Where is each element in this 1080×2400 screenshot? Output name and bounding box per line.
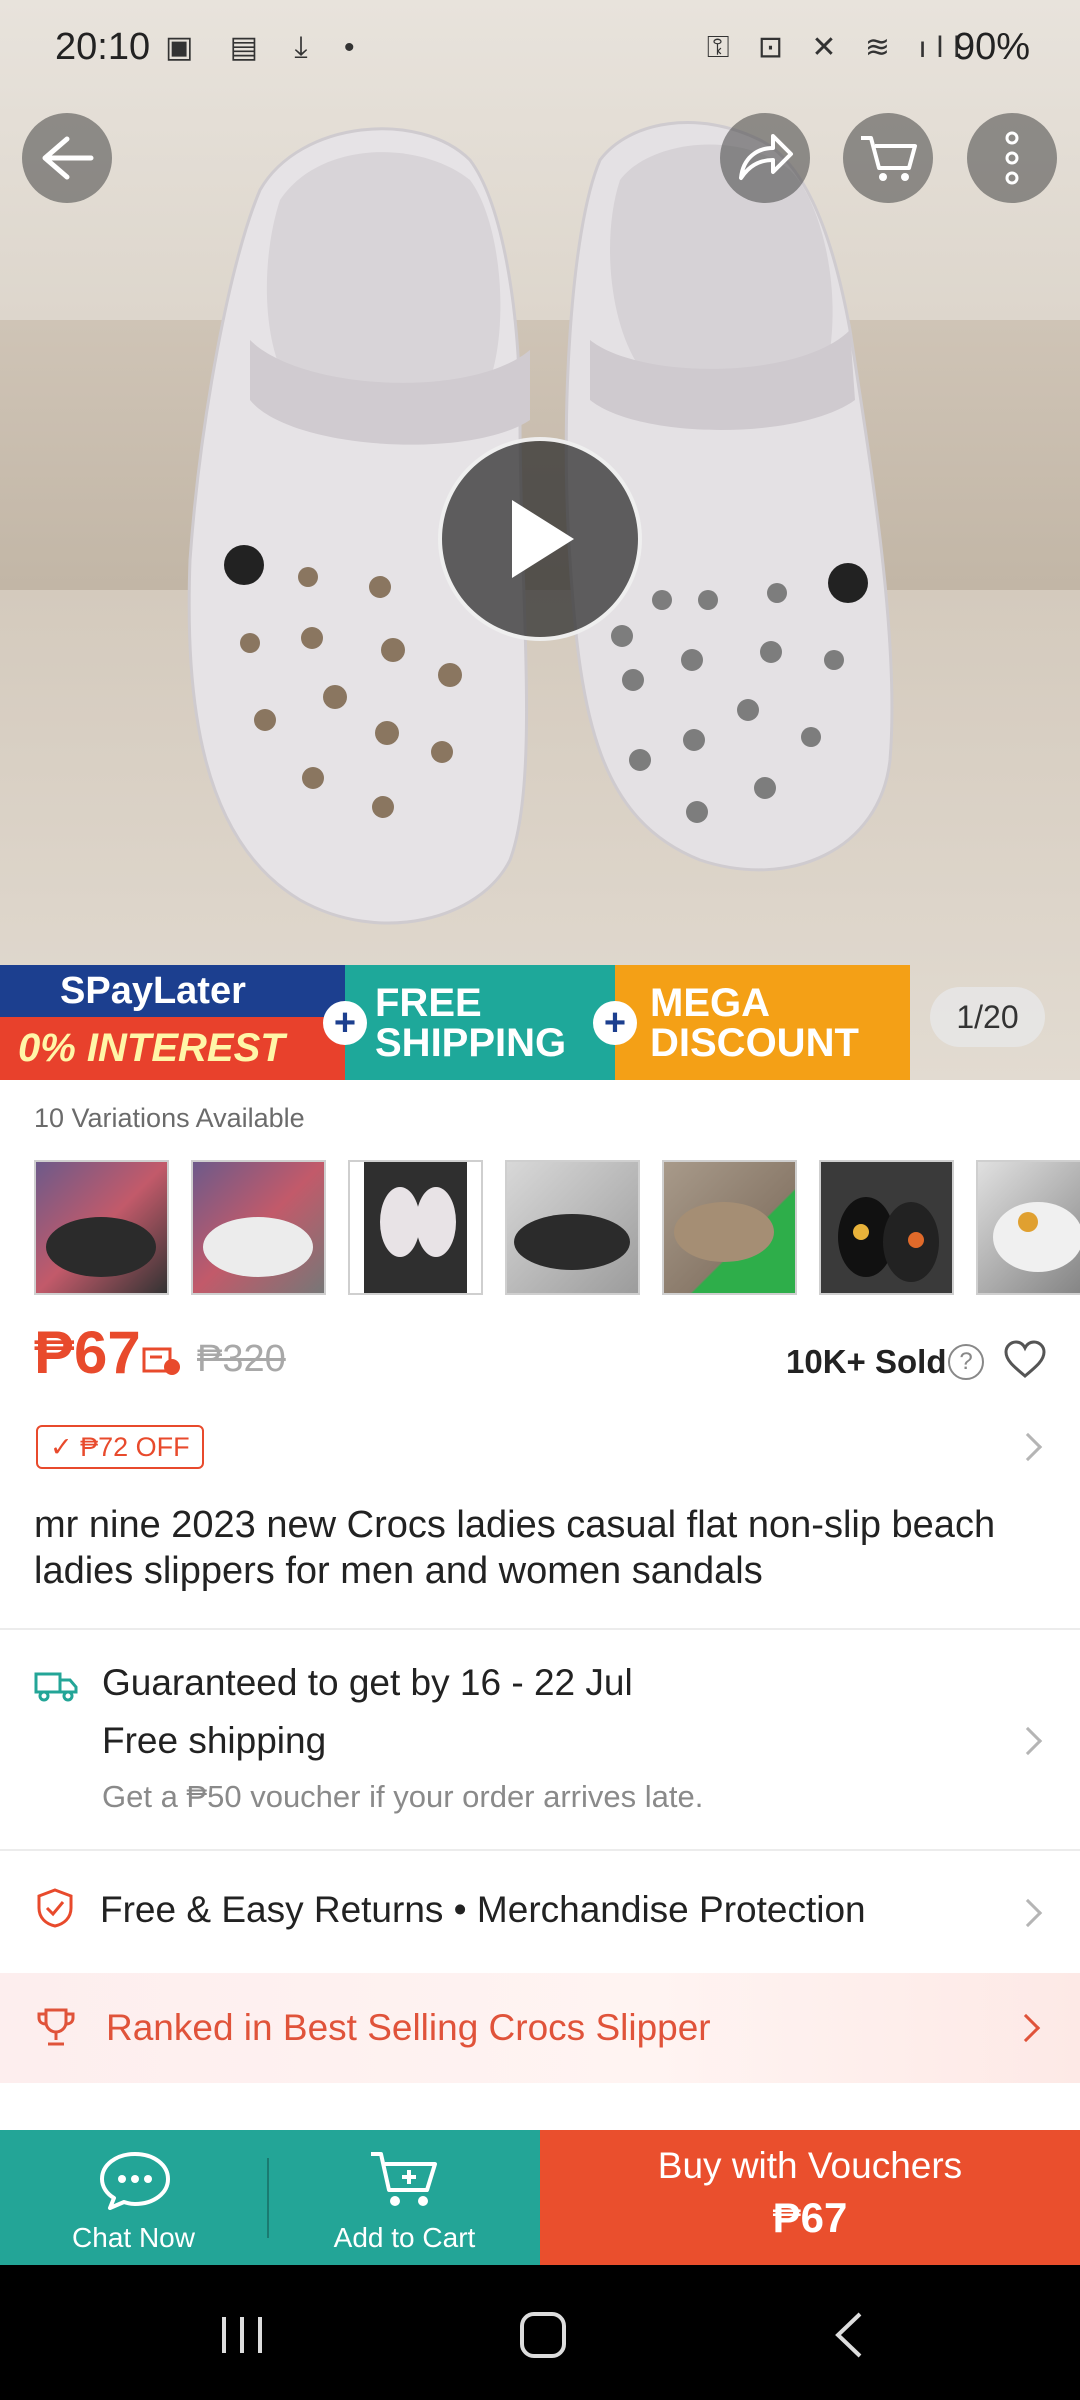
variation-thumbnail[interactable] — [505, 1160, 640, 1295]
returns-label: Free & Easy Returns • Merchandise Protec… — [100, 1889, 866, 1930]
image-page-indicator: 1/20 — [930, 987, 1045, 1047]
mega-line1: MEGA — [650, 981, 770, 1025]
back-button[interactable] — [22, 113, 112, 203]
recents-icon[interactable] — [218, 2313, 268, 2357]
sold-count: 10K+ Sold — [786, 1343, 947, 1380]
chevron-right-icon — [1013, 1726, 1043, 1756]
product-price: ₱67 — [34, 1319, 141, 1386]
delivery-guarantee: Guaranteed to get by 16 - 22 Jul — [102, 1662, 633, 1703]
truck-icon — [34, 1672, 78, 1702]
home-icon[interactable] — [518, 2310, 568, 2360]
add-to-cart-button[interactable]: Add to Cart — [269, 2130, 540, 2265]
bottom-left-actions: Chat Now Add to Cart — [0, 2130, 540, 2265]
variation-thumbnail[interactable] — [34, 1160, 169, 1295]
ranking-label: Ranked in Best Selling Crocs Slipper — [106, 2007, 711, 2048]
buy-label: Buy with Vouchers — [657, 2145, 963, 2186]
shield-check-icon — [37, 1888, 73, 1928]
notification-icons: ▣ ▤ ⤓ • — [165, 31, 369, 64]
help-icon[interactable]: ? — [948, 1344, 984, 1380]
price-tag-icon — [142, 1347, 180, 1375]
add-cart-icon — [371, 2152, 437, 2206]
variation-thumbnails — [34, 1160, 1080, 1295]
variations-label: 10 Variations Available — [34, 1103, 305, 1133]
system-status-icons: ⚿ ⊡ ✕ ≋ ıll — [706, 31, 970, 64]
play-icon — [512, 500, 574, 578]
chat-now-label: Chat Now — [72, 2222, 195, 2253]
buy-with-vouchers-button[interactable]: Buy with Vouchers ₱67 — [540, 2130, 1080, 2265]
variation-thumbnail[interactable] — [819, 1160, 954, 1295]
spaylater-label: SPayLater — [0, 965, 345, 1017]
share-button[interactable] — [720, 113, 810, 203]
status-bar: 20:10 ▣ ▤ ⤓ • ⚿ ⊡ ✕ ≋ ıll 90% — [0, 0, 1080, 100]
battery-level: 90% — [953, 26, 1030, 68]
variation-thumbnail[interactable] — [976, 1160, 1080, 1295]
variation-thumbnail[interactable] — [662, 1160, 797, 1295]
original-price: ₱320 — [197, 1338, 286, 1380]
product-image-carousel[interactable]: 20:10 ▣ ▤ ⤓ • ⚿ ⊡ ✕ ≋ ıll 90% — [0, 0, 1080, 1080]
variation-thumbnail[interactable] — [191, 1160, 326, 1295]
status-time: 20:10 — [55, 26, 151, 68]
chat-now-button[interactable]: Chat Now — [0, 2130, 267, 2265]
product-title: mr nine 2023 new Crocs ladies casual fla… — [34, 1504, 996, 1592]
heart-icon[interactable] — [1003, 1340, 1047, 1380]
free-shipping-line2: SHIPPING — [375, 1021, 567, 1065]
share-icon — [739, 134, 793, 180]
promo-banner[interactable]: SPayLater 0% INTEREST FREE SHIPPING MEGA… — [0, 965, 1080, 1080]
buy-price: ₱67 — [772, 2194, 848, 2241]
cart-button[interactable] — [843, 113, 933, 203]
add-to-cart-label: Add to Cart — [333, 2222, 476, 2253]
discount-chip[interactable]: ✓ ₱72 OFF — [36, 1425, 204, 1469]
interest-label: 0% INTEREST — [0, 1017, 345, 1080]
mega-discount-promo: MEGA DISCOUNT — [615, 965, 910, 1080]
mega-line2: DISCOUNT — [650, 1021, 859, 1065]
check-icon: ✓ — [50, 1432, 73, 1462]
system-navigation-bar — [0, 2265, 1080, 2400]
chevron-right-icon[interactable] — [1013, 1432, 1043, 1462]
more-vertical-icon — [1005, 131, 1019, 185]
more-options-button[interactable] — [967, 113, 1057, 203]
bottom-action-bar: Chat Now Add to Cart Buy with Vouchers ₱… — [0, 2130, 1080, 2265]
discount-chip-label: ₱72 OFF — [80, 1432, 190, 1462]
variation-thumbnail[interactable] — [348, 1160, 483, 1295]
back-nav-icon[interactable] — [828, 2310, 868, 2360]
play-video-button[interactable] — [438, 437, 642, 641]
cart-icon — [861, 136, 917, 181]
free-shipping-promo: FREE SHIPPING — [345, 965, 615, 1080]
late-voucher-note: Get a ₱50 voucher if your order arrives … — [102, 1779, 704, 1814]
free-shipping-label: Free shipping — [102, 1720, 327, 1761]
spaylater-promo: SPayLater 0% INTEREST — [0, 965, 345, 1080]
plus-icon: + — [593, 1001, 637, 1045]
plus-icon: + — [323, 1001, 367, 1045]
chat-icon — [100, 2152, 170, 2210]
back-arrow-icon — [42, 136, 94, 180]
chevron-right-icon — [1013, 1898, 1043, 1928]
divider — [0, 1628, 1080, 1630]
free-shipping-line1: FREE — [375, 981, 482, 1025]
divider — [0, 1849, 1080, 1851]
trophy-icon — [37, 2008, 75, 2046]
